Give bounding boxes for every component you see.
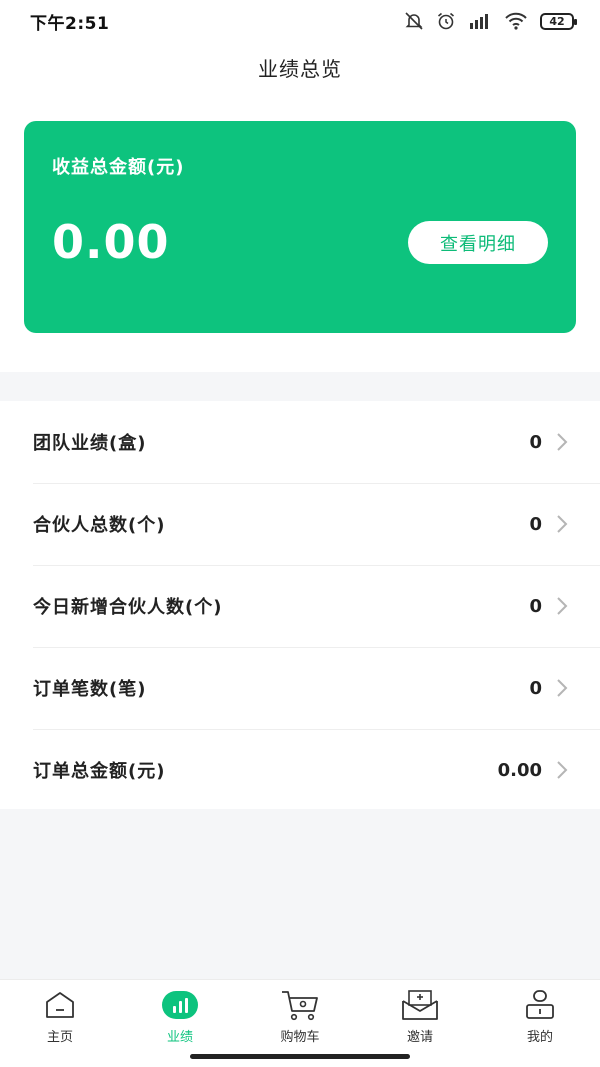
- stats-list: 团队业绩(盒) 0 合伙人总数(个) 0 今日新增合伙人数(个) 0 订单笔数(…: [0, 401, 600, 809]
- nav-label: 主页: [46, 1030, 73, 1045]
- signal-icon: [468, 12, 492, 30]
- status-time: 下午2:51: [30, 13, 110, 34]
- profile-icon: [520, 988, 560, 1022]
- stat-label: 团队业绩(盒): [33, 433, 147, 454]
- stat-value: 0: [529, 595, 542, 617]
- status-icons: 42: [404, 11, 577, 31]
- stat-label: 合伙人总数(个): [33, 515, 166, 536]
- chevron-right-icon: [556, 596, 568, 616]
- chevron-right-icon: [556, 432, 568, 452]
- mute-icon: [404, 11, 424, 31]
- nav-item-home[interactable]: 主页: [0, 980, 120, 1067]
- earnings-card: 收益总金额(元) 0.00 查看明细: [24, 121, 576, 333]
- stat-value: 0: [529, 677, 542, 699]
- stat-row-order-count[interactable]: 订单笔数(笔) 0: [0, 647, 600, 729]
- nav-label: 我的: [526, 1030, 553, 1045]
- nav-label: 购物车: [280, 1030, 320, 1045]
- battery-icon: 42: [540, 12, 577, 30]
- cart-icon: [280, 988, 320, 1022]
- status-bar: 下午2:51 42: [0, 0, 600, 42]
- stat-row-total-partners[interactable]: 合伙人总数(个) 0: [0, 483, 600, 565]
- page-title: 业绩总览: [258, 56, 342, 81]
- home-icon: [40, 988, 80, 1022]
- wifi-icon: [504, 12, 528, 30]
- chart-icon: [160, 988, 200, 1022]
- chevron-right-icon: [556, 678, 568, 698]
- nav-item-profile[interactable]: 我的: [480, 980, 600, 1067]
- earnings-amount: 0.00: [52, 215, 170, 269]
- stat-value: 0.00: [497, 759, 542, 781]
- stat-label: 订单总金额(元): [33, 761, 166, 782]
- alarm-icon: [436, 11, 456, 31]
- nav-label: 业绩: [166, 1030, 193, 1045]
- home-indicator: [190, 1054, 410, 1059]
- stat-row-team-performance[interactable]: 团队业绩(盒) 0: [0, 401, 600, 483]
- app-screen: 下午2:51 42 业绩总览 收益总金额(元) 0.00 查看明细 团队业绩(盒…: [0, 0, 600, 1067]
- invite-icon: [400, 988, 440, 1022]
- view-details-button[interactable]: 查看明细: [408, 221, 548, 264]
- nav-label: 邀请: [406, 1030, 433, 1045]
- stat-value: 0: [529, 513, 542, 535]
- earnings-label: 收益总金额(元): [52, 157, 185, 178]
- stat-label: 订单笔数(笔): [33, 679, 147, 700]
- stat-row-order-total-amount[interactable]: 订单总金额(元) 0.00: [0, 729, 600, 811]
- stat-label: 今日新增合伙人数(个): [33, 597, 223, 618]
- chevron-right-icon: [556, 760, 568, 780]
- stat-row-new-partners-today[interactable]: 今日新增合伙人数(个) 0: [0, 565, 600, 647]
- page-header: 业绩总览: [0, 42, 600, 92]
- chevron-right-icon: [556, 514, 568, 534]
- stat-value: 0: [529, 431, 542, 453]
